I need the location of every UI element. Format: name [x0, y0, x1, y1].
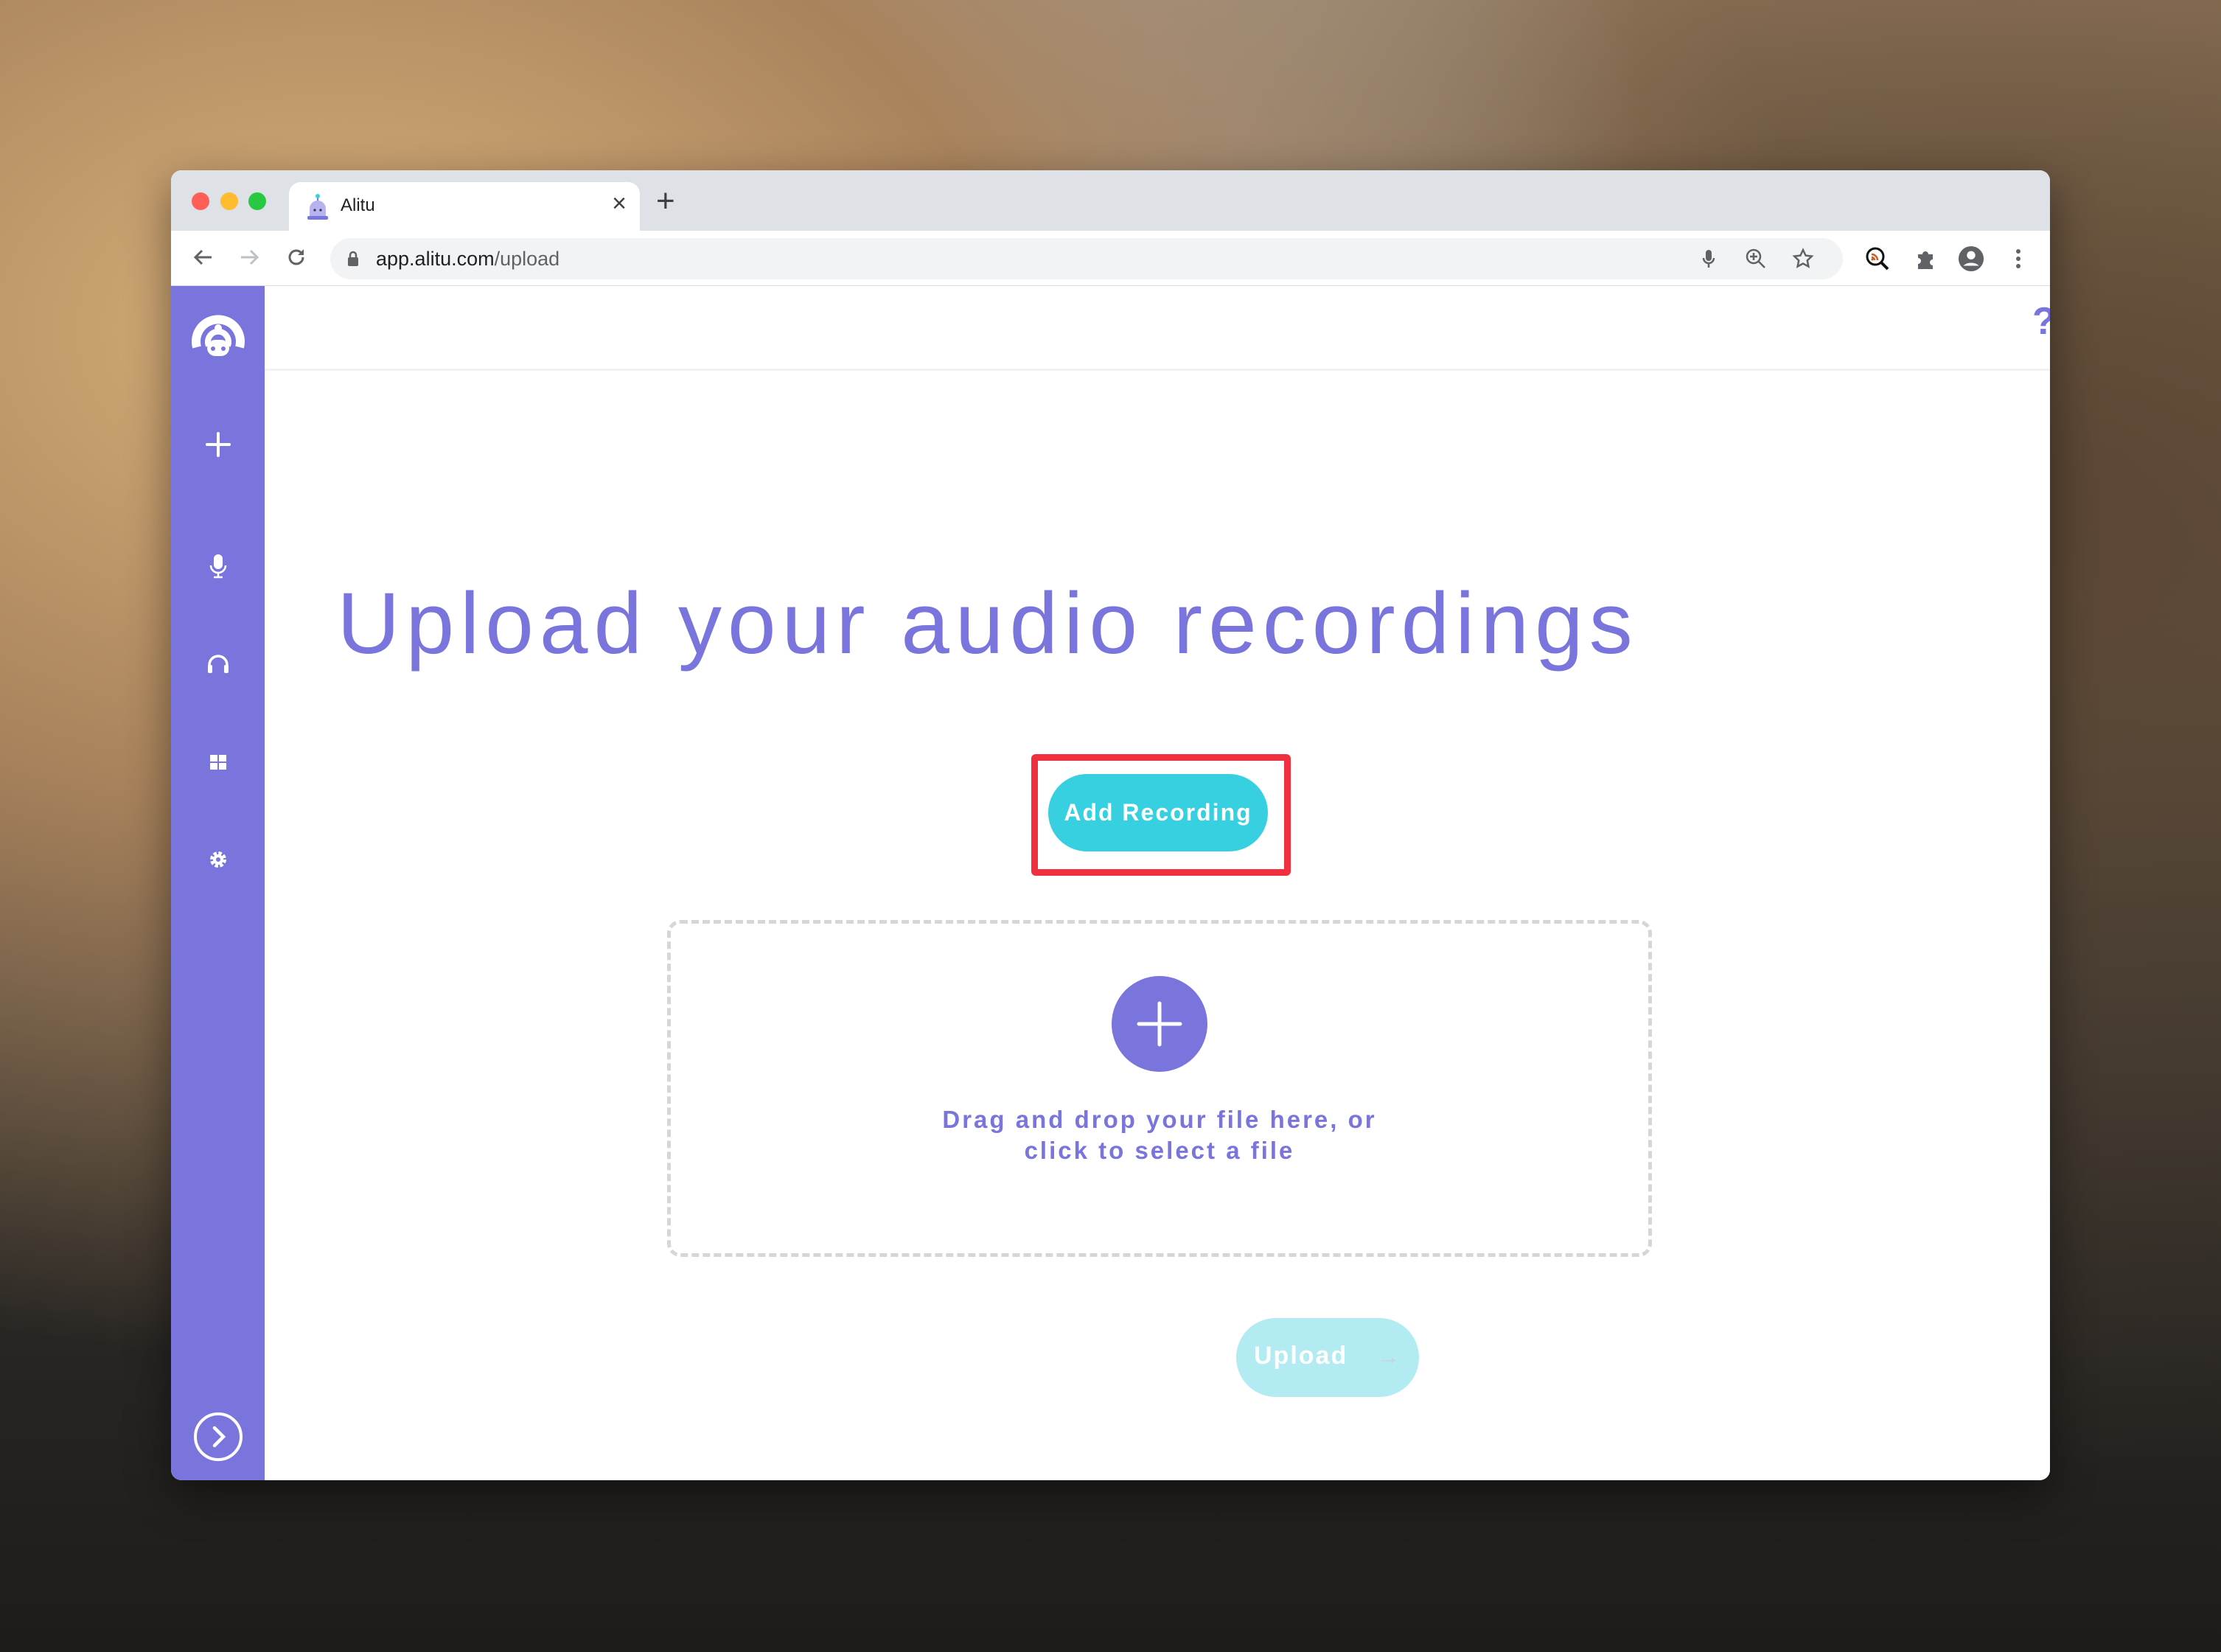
tab-alitu[interactable]: Alitu ×	[289, 182, 640, 231]
chevron-right-circle-icon	[193, 1412, 243, 1461]
upload-label: Upload	[1254, 1342, 1348, 1370]
extensions-icon[interactable]	[1912, 245, 1939, 272]
plus-icon	[1137, 1001, 1182, 1047]
help-button[interactable]: ?	[2032, 299, 2050, 344]
back-button[interactable]	[189, 243, 218, 272]
url-text: app.alitu.com/upload	[376, 248, 559, 271]
close-window-button[interactable]	[192, 192, 209, 210]
reload-icon	[288, 249, 304, 265]
microphone-icon	[209, 554, 226, 579]
add-file-button[interactable]	[1112, 976, 1207, 1072]
browser-window: Alitu × + app.alitu.com/upload Upload yo…	[171, 170, 2050, 1480]
upload-button[interactable]: Upload →	[1236, 1318, 1419, 1397]
reload-button[interactable]	[282, 243, 311, 272]
arrow-left-icon	[193, 249, 212, 265]
profile-icon[interactable]	[1958, 245, 1984, 272]
new-tab-button[interactable]: +	[656, 185, 675, 217]
close-tab-icon[interactable]: ×	[612, 191, 627, 216]
sidebar-item-dashboard[interactable]	[171, 747, 265, 777]
main-content: ? LN Upload your audio recordings Add Re…	[265, 286, 2050, 1480]
file-dropzone[interactable]: Drag and drop your file here, or click t…	[667, 920, 1652, 1257]
sidebar-item-listen[interactable]	[171, 649, 265, 678]
address-bar[interactable]: app.alitu.com/upload	[330, 238, 1843, 279]
sidebar-item-settings[interactable]	[171, 845, 265, 874]
zoom-icon[interactable]	[1744, 247, 1768, 271]
forward-button[interactable]	[234, 243, 264, 272]
headphones-icon	[207, 655, 229, 673]
plus-icon	[205, 432, 231, 457]
rss-search-extension-icon[interactable]	[1864, 245, 1891, 272]
alitu-logo-icon[interactable]	[171, 305, 265, 361]
app-header: ? LN	[265, 286, 2050, 371]
dropzone-instructions: Drag and drop your file here, or click t…	[671, 1104, 1648, 1166]
lock-icon	[346, 251, 360, 271]
arrow-right-icon	[241, 249, 259, 265]
sidebar-item-new[interactable]	[171, 426, 265, 463]
microphone-icon[interactable]	[1697, 247, 1720, 271]
maximize-window-button[interactable]	[248, 192, 266, 210]
add-recording-button[interactable]: Add Recording	[1048, 774, 1268, 851]
url-path: /upload	[494, 248, 560, 270]
alitu-robot-icon	[305, 194, 330, 220]
page-title: Upload your audio recordings	[337, 575, 1639, 672]
more-menu-icon[interactable]	[2005, 245, 2032, 272]
tab-title: Alitu	[341, 195, 375, 215]
url-domain: app.alitu.com	[376, 248, 495, 270]
browser-toolbar: app.alitu.com/upload	[171, 231, 2050, 287]
sidebar-item-record[interactable]	[171, 551, 265, 581]
dropzone-text: Drag and drop your file here, or click t…	[942, 1106, 1377, 1164]
tab-bar: Alitu × +	[171, 170, 2050, 231]
arrow-right-icon: →	[1376, 1343, 1401, 1370]
minimize-window-button[interactable]	[220, 192, 238, 210]
gear-icon	[209, 851, 226, 868]
expand-sidebar-button[interactable]	[171, 1411, 265, 1463]
grid-icon	[209, 755, 226, 770]
star-icon[interactable]	[1791, 247, 1815, 271]
sidebar	[171, 286, 265, 1480]
